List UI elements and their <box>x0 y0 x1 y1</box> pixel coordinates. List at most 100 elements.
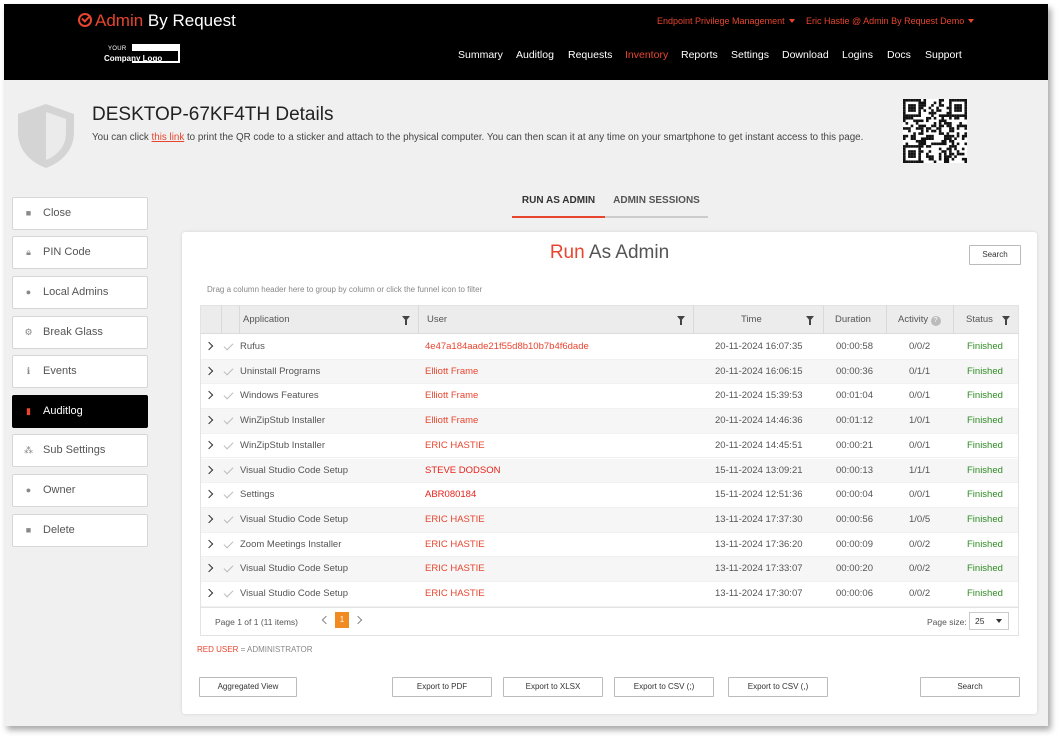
nav-inventory[interactable]: Inventory <box>625 49 668 61</box>
user-menu[interactable]: Eric Hastie @ Admin By Request Demo <box>806 16 975 26</box>
cell-time: 20-11-2024 16:07:35 <box>715 341 803 352</box>
nav-requests[interactable]: Requests <box>568 49 612 61</box>
table-row[interactable]: WinZipStub Installer ERIC HASTIE 20-11-202… <box>201 434 1018 459</box>
export-csv-semicolon-button[interactable]: Export to CSV (;) <box>614 677 714 697</box>
sidebar-events[interactable]: ℹ Events <box>12 355 148 388</box>
table-row[interactable]: Settings ABR080184 15-11-2024 12:51:36 00:0… <box>201 483 1018 508</box>
expand-chevron-icon[interactable] <box>204 440 214 450</box>
cell-user[interactable]: ERIC HASTIE <box>425 434 485 458</box>
column-separator <box>221 306 222 334</box>
expand-chevron-icon[interactable] <box>204 366 214 375</box>
sidebar-sub-settings[interactable]: ⁂ Sub Settings <box>12 434 148 467</box>
sidebar-close[interactable]: ■ Close <box>12 197 148 230</box>
table-row[interactable]: WinZipStub Installer Elliott Frame 20-11-2… <box>201 409 1018 434</box>
expand-chevron-icon[interactable] <box>204 489 214 499</box>
cell-user[interactable]: ERIC HASTIE <box>425 557 485 581</box>
aggregated-view-button[interactable]: Aggregated View <box>199 677 297 697</box>
sidebar-break-glass[interactable]: ⚙ Break Glass <box>12 316 148 349</box>
cell-user[interactable]: ERIC HASTIE <box>425 582 485 606</box>
nav-reports[interactable]: Reports <box>681 49 718 61</box>
print-qr-link[interactable]: this link <box>152 132 185 143</box>
table-row[interactable]: Visual Studio Code Setup ERIC HASTIE 13-11… <box>201 582 1018 607</box>
nav-auditlog[interactable]: Auditlog <box>516 49 554 61</box>
pager-next-icon[interactable] <box>353 615 363 625</box>
cell-activity: 0/0/1 <box>909 390 931 402</box>
column-header-application[interactable]: Application <box>243 306 289 334</box>
sidebar-label: Sub Settings <box>43 444 106 456</box>
column-header-time[interactable]: Time <box>741 306 762 334</box>
table-row[interactable]: Windows Features Elliott Frame 20-11-2024 … <box>201 384 1018 410</box>
cell-user[interactable]: STEVE DODSON <box>425 459 501 483</box>
cell-activity: 0/0/2 <box>909 538 931 550</box>
main-nav: Summary Auditlog Requests Inventory Repo… <box>4 49 1048 63</box>
cell-time: 13-11-2024 17:36:20 <box>715 538 803 550</box>
cell-user[interactable]: Elliott Frame <box>425 360 478 384</box>
export-pdf-button[interactable]: Export to PDF <box>392 677 492 697</box>
cell-activity: 0/0/2 <box>909 588 931 599</box>
cell-user[interactable]: 4e47a184aade21f55d8b10b7b4f6dade <box>425 335 589 359</box>
nav-logins[interactable]: Logins <box>842 49 873 61</box>
sidebar-pin-code[interactable]: 🔒︎ PIN Code <box>12 236 148 269</box>
cell-activity: 0/0/1 <box>909 489 931 501</box>
nav-docs[interactable]: Docs <box>887 49 911 61</box>
table-row[interactable]: Zoom Meetings Installer ERIC HASTIE 13-11-… <box>201 533 1018 558</box>
expand-chevron-icon[interactable] <box>204 341 214 351</box>
cell-user[interactable]: ERIC HASTIE <box>425 508 485 532</box>
column-header-user[interactable]: User <box>427 306 447 334</box>
table-row[interactable]: Visual Studio Code Setup STEVE DODSON 15-1… <box>201 458 1018 484</box>
column-header-activity[interactable]: Activity ? <box>898 306 941 334</box>
filter-funnel-icon[interactable] <box>1002 316 1010 325</box>
cell-activity: 0/0/2 <box>909 563 931 575</box>
nav-settings[interactable]: Settings <box>731 49 769 61</box>
pager-prev-icon[interactable] <box>321 615 331 625</box>
expand-chevron-icon[interactable] <box>204 564 214 573</box>
cell-application: Windows Features <box>240 390 319 402</box>
table-row[interactable]: Visual Studio Code Setup ERIC HASTIE 13-11… <box>201 507 1018 533</box>
cell-user[interactable]: Elliott Frame <box>425 409 478 433</box>
nav-support[interactable]: Support <box>925 49 962 61</box>
user-menu-label: Eric Hastie @ Admin By Request Demo <box>806 16 965 26</box>
bottom-search-button[interactable]: Search <box>920 677 1020 697</box>
sidebar-owner[interactable]: ● Owner <box>12 474 148 507</box>
sitemap-icon: ⁂ <box>24 445 33 455</box>
cell-activity: 1/0/5 <box>909 513 931 525</box>
expand-chevron-icon[interactable] <box>204 415 214 425</box>
export-xlsx-button[interactable]: Export to XLSX <box>503 677 603 697</box>
nav-summary[interactable]: Summary <box>458 49 503 61</box>
expand-chevron-icon[interactable] <box>204 588 214 598</box>
expand-chevron-icon[interactable] <box>204 465 214 474</box>
table-row[interactable]: Uninstall Programs Elliott Frame 20-11-202… <box>201 359 1018 385</box>
sidebar-label: Auditlog <box>43 405 83 417</box>
product-menu[interactable]: Endpoint Privilege Management <box>657 16 795 26</box>
table-row[interactable]: Rufus 4e47a184aade21f55d8b10b7b4f6dade 20-… <box>201 335 1018 360</box>
expand-chevron-icon[interactable] <box>204 514 214 524</box>
help-icon[interactable]: ? <box>930 316 941 326</box>
sidebar-auditlog[interactable]: ▮ Auditlog <box>12 395 148 428</box>
cell-user[interactable]: ERIC HASTIE <box>425 533 485 557</box>
sidebar-delete[interactable]: ■ Delete <box>12 514 148 547</box>
nav-download[interactable]: Download <box>782 49 829 61</box>
cell-time: 13-11-2024 17:37:30 <box>715 513 803 525</box>
pager-page-button[interactable]: 1 <box>335 612 349 628</box>
check-icon <box>223 464 234 474</box>
column-header-duration[interactable]: Duration <box>835 306 871 334</box>
export-csv-comma-button[interactable]: Export to CSV (,) <box>728 677 828 697</box>
top-search-button[interactable]: Search <box>969 245 1021 265</box>
expand-chevron-icon[interactable] <box>204 391 214 400</box>
column-separator <box>693 306 694 334</box>
brand-logo[interactable]: Admin By Request <box>78 11 236 31</box>
filter-funnel-icon[interactable] <box>402 316 410 325</box>
sidebar-local-admins[interactable]: ● Local Admins <box>12 276 148 309</box>
table-row[interactable]: Visual Studio Code Setup ERIC HASTIE 13-11… <box>201 557 1018 582</box>
column-separator <box>823 306 824 334</box>
filter-funnel-icon[interactable] <box>677 316 685 325</box>
grid-header: Application User Time Duration Activity … <box>201 306 1018 334</box>
column-header-status[interactable]: Status <box>966 306 993 334</box>
cell-user[interactable]: Elliott Frame <box>425 384 478 408</box>
filter-funnel-icon[interactable] <box>806 316 814 325</box>
tab-run-as-admin[interactable]: RUN AS ADMIN <box>512 192 605 218</box>
expand-chevron-icon[interactable] <box>204 539 214 548</box>
page-size-select[interactable]: 25 <box>969 612 1009 630</box>
cell-user[interactable]: ABR080184 <box>425 483 476 507</box>
tab-admin-sessions[interactable]: ADMIN SESSIONS <box>605 192 708 218</box>
